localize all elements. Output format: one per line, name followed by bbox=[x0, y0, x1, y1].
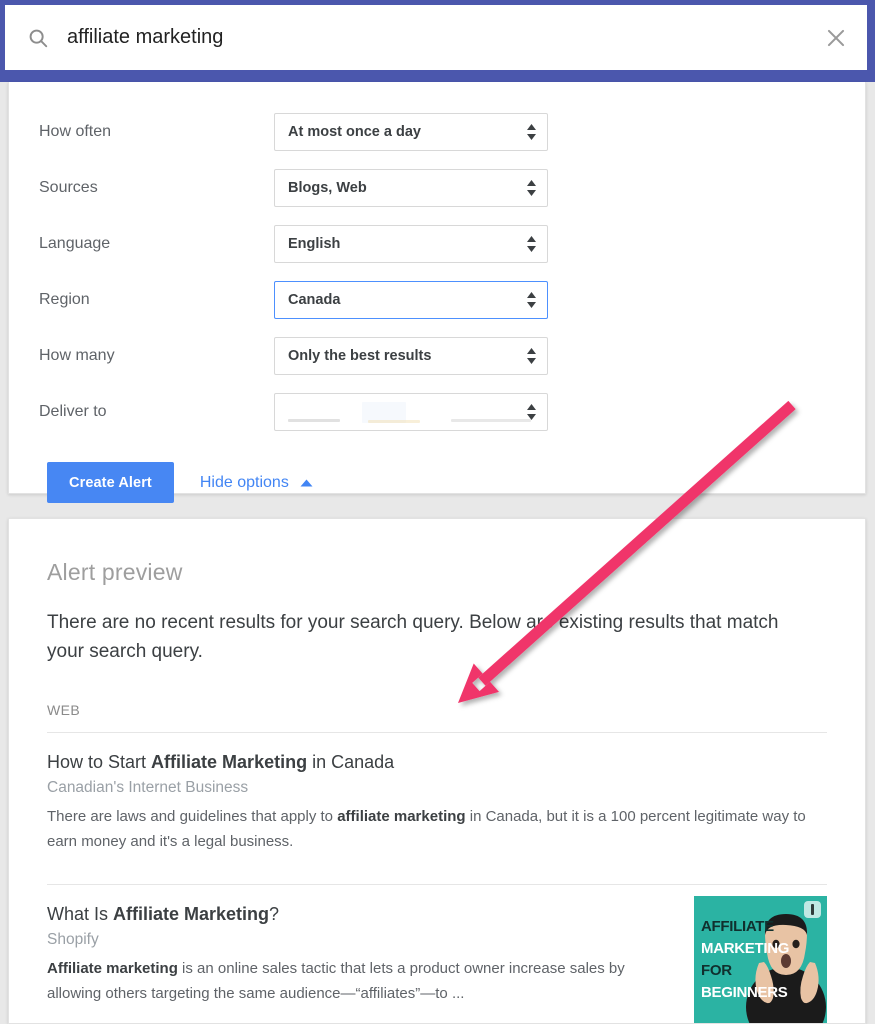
result-source: Canadian's Internet Business bbox=[47, 779, 827, 797]
result-title-post: ? bbox=[269, 904, 279, 924]
snippet-highlight: affiliate marketing bbox=[337, 808, 465, 825]
snippet-highlight: Affiliate marketing bbox=[47, 960, 178, 977]
result-snippet: There are laws and guidelines that apply… bbox=[47, 804, 827, 854]
thumbnail-line-3: FOR bbox=[701, 963, 732, 979]
preview-message: There are no recent results for your sea… bbox=[47, 608, 819, 666]
snippet-pre: There are laws and guidelines that apply… bbox=[47, 808, 337, 825]
option-row-sources: Sources Blogs, Web bbox=[9, 160, 865, 216]
thumbnail-badge-icon bbox=[804, 901, 821, 918]
hide-options-link[interactable]: Hide options bbox=[200, 474, 313, 492]
chevron-up-icon bbox=[300, 479, 313, 487]
select-wrapper: Canada bbox=[274, 281, 548, 319]
result-title-pre: How to Start bbox=[47, 752, 151, 772]
option-label: Region bbox=[39, 291, 274, 309]
result-title-post: in Canada bbox=[307, 752, 394, 772]
option-row-how-many: How many Only the best results bbox=[9, 328, 865, 384]
thumbnail-line-4: BEGINNERS bbox=[701, 985, 787, 1001]
select-sources[interactable]: Blogs, Web bbox=[274, 169, 548, 207]
option-row-language: Language English bbox=[9, 216, 865, 272]
result-title-highlight: Affiliate Marketing bbox=[113, 904, 269, 924]
option-row-how-often: How often At most once a day bbox=[9, 104, 865, 160]
option-label: Sources bbox=[39, 179, 274, 197]
select-language[interactable]: English bbox=[274, 225, 548, 263]
thumbnail-line-2: MARKETING bbox=[701, 941, 789, 957]
option-row-deliver-to: Deliver to bbox=[9, 384, 865, 440]
select-wrapper: Only the best results bbox=[274, 337, 548, 375]
thumbnail-line-1: AFFILIATE bbox=[701, 919, 774, 935]
result-thumbnail[interactable]: AFFILIATE MARKETING FOR BEGINNERS bbox=[694, 896, 827, 1024]
search-input[interactable] bbox=[49, 26, 823, 49]
result-title-pre: What Is bbox=[47, 904, 113, 924]
search-result-item[interactable]: How to Start Affiliate Marketing in Cana… bbox=[47, 733, 827, 870]
result-title[interactable]: How to Start Affiliate Marketing in Cana… bbox=[47, 750, 827, 774]
option-label: How often bbox=[39, 123, 274, 141]
select-wrapper bbox=[274, 393, 548, 431]
actions-row: Create Alert Hide options bbox=[9, 462, 865, 503]
close-icon[interactable] bbox=[823, 25, 849, 51]
option-label: Language bbox=[39, 235, 274, 253]
select-how-many[interactable]: Only the best results bbox=[274, 337, 548, 375]
select-wrapper: At most once a day bbox=[274, 113, 548, 151]
section-label-web: WEB bbox=[47, 702, 827, 718]
select-how-often[interactable]: At most once a day bbox=[274, 113, 548, 151]
select-region[interactable]: Canada bbox=[274, 281, 548, 319]
option-row-region: Region Canada bbox=[9, 272, 865, 328]
option-label: How many bbox=[39, 347, 274, 365]
select-deliver-to[interactable] bbox=[274, 393, 548, 431]
alert-options-panel: How often At most once a day Sources Blo… bbox=[8, 82, 866, 494]
select-wrapper: English bbox=[274, 225, 548, 263]
search-result-item[interactable]: What Is Affiliate Marketing? Shopify Aff… bbox=[47, 885, 827, 1022]
search-icon bbox=[27, 27, 49, 49]
select-wrapper: Blogs, Web bbox=[274, 169, 548, 207]
result-snippet: Affiliate marketing is an online sales t… bbox=[47, 956, 662, 1006]
page-title: Alert preview bbox=[47, 559, 827, 586]
alert-preview-panel: Alert preview There are no recent result… bbox=[8, 518, 866, 1024]
search-bar[interactable] bbox=[5, 5, 867, 70]
option-label: Deliver to bbox=[39, 403, 274, 421]
result-title-highlight: Affiliate Marketing bbox=[151, 752, 307, 772]
create-alert-button[interactable]: Create Alert bbox=[47, 462, 174, 503]
hide-options-label: Hide options bbox=[200, 474, 289, 492]
search-header bbox=[0, 0, 875, 82]
